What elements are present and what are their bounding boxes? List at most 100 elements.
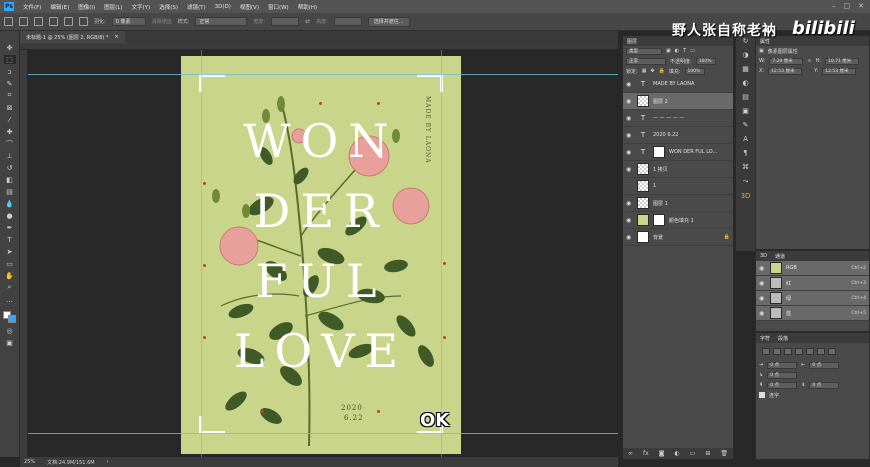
layer-row[interactable]: ◉ 图层 2 — [623, 93, 733, 110]
menu-3d[interactable]: 3D(D) — [215, 4, 231, 10]
add-selection-icon[interactable] — [49, 17, 58, 26]
color-panel-icon[interactable]: ◑ — [742, 51, 748, 59]
layer-filter-select[interactable]: 类型 — [626, 47, 662, 55]
canvas-area[interactable]: WON DER FUL LOVE MADE BY LAONA 2020 6.22 — [28, 50, 618, 457]
y-input[interactable]: 12.53 厘米 — [822, 67, 857, 75]
vertical-ruler[interactable] — [20, 50, 28, 457]
align-center-icon[interactable] — [773, 348, 781, 355]
intersect-selection-icon[interactable] — [79, 17, 88, 26]
menu-view[interactable]: 视图(V) — [240, 3, 259, 11]
layer-row[interactable]: ◉ 1 拷贝 — [623, 161, 733, 178]
libraries-panel-icon[interactable]: ▤ — [742, 93, 749, 101]
new-selection-icon[interactable] — [34, 17, 43, 26]
layer-row[interactable]: ◉ 图层 1 — [623, 195, 733, 212]
visibility-eye-icon[interactable]: ◉ — [759, 265, 766, 272]
indent-left-input[interactable]: 0 点 — [767, 361, 798, 369]
frame-tool-icon[interactable]: ⊠ — [4, 103, 16, 112]
style-select[interactable]: 正常 — [195, 17, 248, 26]
layers-tab[interactable]: 图层 — [627, 38, 637, 45]
channel-row[interactable]: ◉ 红 Ctrl+3 — [756, 276, 869, 291]
gradient-tool-icon[interactable]: ▤ — [4, 187, 16, 196]
crop-tool-icon[interactable]: ⌗ — [4, 91, 16, 100]
link-icon[interactable]: ∞ — [807, 58, 811, 64]
lock-all-icon[interactable]: 🔒 — [659, 68, 665, 74]
menu-edit[interactable]: 编辑(E) — [50, 3, 69, 11]
clone-stamp-tool-icon[interactable]: ⊥ — [4, 151, 16, 160]
lasso-tool-icon[interactable]: ↄ — [4, 67, 16, 76]
antialias-checkbox[interactable]: 消除锯齿 — [152, 18, 172, 25]
visibility-eye-icon[interactable]: ◉ — [759, 310, 766, 317]
delete-layer-icon[interactable]: 🗑 — [720, 450, 728, 457]
character-tab[interactable]: 字符 — [760, 335, 770, 342]
layer-row[interactable]: ◉ T 2020 6.22 — [623, 127, 733, 144]
path-selection-tool-icon[interactable]: ➤ — [4, 247, 16, 256]
blur-tool-icon[interactable]: 💧 — [4, 199, 16, 208]
x-input[interactable]: 12.53 厘米 — [768, 67, 803, 75]
paragraph-panel-icon[interactable]: ¶ — [743, 149, 747, 157]
space-before-input[interactable]: 0 点 — [767, 381, 798, 389]
menu-window[interactable]: 窗口(W) — [268, 3, 289, 11]
new-layer-icon[interactable]: ⊞ — [705, 450, 710, 457]
channel-row[interactable]: ◉ 蓝 Ctrl+5 — [756, 306, 869, 321]
close-icon[interactable]: ✕ — [858, 2, 864, 10]
blend-mode-select[interactable]: 正常 — [626, 57, 666, 65]
add-mask-icon[interactable]: ◙ — [659, 450, 665, 457]
guide-line[interactable] — [28, 433, 618, 434]
fill-input[interactable]: 100% — [684, 67, 705, 75]
adjustment-layer-icon[interactable]: ◐ — [674, 450, 679, 457]
pen-tool-icon[interactable]: ✒ — [4, 223, 16, 232]
brush-tool-icon[interactable]: ⌒ — [4, 139, 16, 148]
swatches-panel-icon[interactable]: ▦ — [742, 65, 749, 73]
history-brush-tool-icon[interactable]: ↺ — [4, 163, 16, 172]
justify-all-icon[interactable] — [828, 348, 836, 355]
visibility-eye-icon[interactable]: ◉ — [626, 166, 633, 173]
lock-position-icon[interactable]: ✥ — [650, 68, 654, 74]
h-input[interactable]: 10.71 厘米 — [824, 57, 859, 65]
rectangular-marquee-tool-icon[interactable]: ⬚ — [3, 55, 16, 64]
document-tab[interactable]: 未标题-1 @ 25% (图层 2, RGB/8) * × — [20, 31, 125, 43]
filter-shape-icon[interactable]: ▭ — [690, 48, 695, 54]
layer-row[interactable]: 1 — [623, 178, 733, 195]
justify-right-icon[interactable] — [817, 348, 825, 355]
layer-row[interactable]: ◉ T WON DER FUL LO... — [623, 144, 733, 161]
swap-icon[interactable]: ⇄ — [305, 18, 310, 25]
visibility-eye-icon[interactable]: ◉ — [626, 234, 633, 241]
visibility-eye-icon[interactable]: ◉ — [626, 81, 633, 88]
space-after-input[interactable]: 0 点 — [809, 381, 840, 389]
color-swatches[interactable] — [2, 311, 17, 323]
visibility-eye-icon[interactable]: ◉ — [626, 132, 633, 139]
healing-brush-tool-icon[interactable]: ✚ — [4, 127, 16, 136]
type-tool-icon[interactable]: T — [4, 235, 16, 244]
width-input[interactable] — [271, 17, 300, 26]
zoom-level[interactable]: 25% — [24, 459, 35, 465]
minimize-icon[interactable]: – — [832, 2, 836, 10]
channel-row[interactable]: ◉ 绿 Ctrl+4 — [756, 291, 869, 306]
visibility-eye-icon[interactable]: ◉ — [626, 200, 633, 207]
visibility-eye-icon[interactable]: ◉ — [759, 280, 766, 287]
home-icon[interactable] — [4, 17, 13, 26]
justify-center-icon[interactable] — [806, 348, 814, 355]
menu-image[interactable]: 图像(I) — [78, 3, 95, 11]
adjustments-panel-icon[interactable]: ◐ — [742, 79, 748, 87]
guide-line[interactable] — [28, 74, 618, 75]
eyedropper-tool-icon[interactable]: ⁄ — [4, 115, 16, 124]
move-tool-icon[interactable]: ✥ — [4, 43, 16, 52]
menu-select[interactable]: 选择(S) — [159, 3, 178, 11]
filter-type-icon[interactable]: T — [683, 48, 686, 54]
more-tools-icon[interactable]: … — [4, 295, 16, 304]
hyphenate-checkbox[interactable] — [759, 392, 765, 398]
guide-line[interactable] — [201, 50, 202, 457]
hand-tool-icon[interactable]: ✋ — [4, 271, 16, 280]
screen-mode-icon[interactable]: ▣ — [4, 338, 16, 347]
opacity-input[interactable]: 100% — [695, 57, 716, 65]
character-panel-icon[interactable]: A — [743, 135, 748, 143]
visibility-eye-icon[interactable]: ◉ — [759, 295, 766, 302]
subtract-selection-icon[interactable] — [64, 17, 73, 26]
filter-adjust-icon[interactable]: ◐ — [675, 48, 679, 54]
poster-artboard[interactable]: WON DER FUL LOVE MADE BY LAONA 2020 6.22 — [181, 56, 461, 454]
visibility-eye-icon[interactable]: ◉ — [626, 115, 633, 122]
paths-panel-icon[interactable]: ⤳ — [743, 177, 749, 186]
guide-line[interactable] — [441, 50, 442, 457]
3d-panel-icon[interactable]: 3D — [741, 192, 751, 200]
channel-row[interactable]: ◉ RGB Ctrl+2 — [756, 261, 869, 276]
